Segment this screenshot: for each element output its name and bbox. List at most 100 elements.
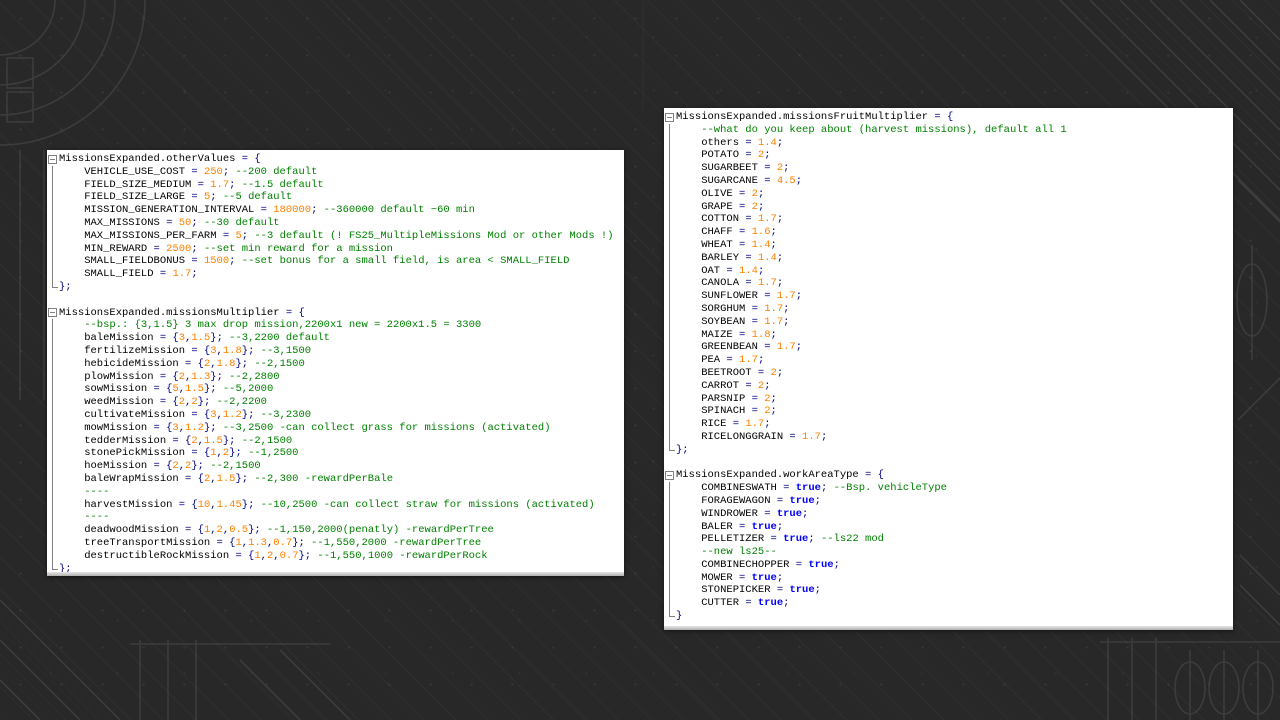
code-token-n: MissionsExpanded.workAreaType [676, 469, 865, 481]
code-text: treeTransportMission = {1,1.3,0.7}; --1,… [59, 537, 481, 550]
code-token-n: COMBINECHOPPER [676, 559, 796, 571]
fold-margin [47, 268, 59, 281]
fold-margin [664, 584, 676, 597]
code-token-c: --new ls25-- [676, 546, 777, 558]
code-line: ---- [47, 511, 624, 524]
code-token-d: 50 [179, 217, 192, 229]
code-line: SMALL_FIELD = 1.7; [47, 268, 624, 281]
code-token-o: ; [771, 239, 777, 251]
deco-hatch-bottom-left [0, 600, 350, 720]
code-text: SMALL_FIELDBONUS = 1500; --set bonus for… [59, 255, 569, 268]
code-text: MAX_MISSIONS = 50; --30 default [59, 217, 280, 230]
code-token-o: }; [191, 460, 210, 472]
code-text: hoeMission = {2,2}; --2,1500 [59, 460, 261, 473]
code-token-o: ; [758, 354, 764, 366]
code-token-o: = [783, 482, 796, 494]
code-token-n: SUGARCANE [676, 175, 764, 187]
code-text: MAIZE = 1.8; [676, 329, 777, 342]
code-text: sowMission = {5,1.5}; --5,2000 [59, 383, 273, 396]
code-line: }; [664, 444, 1233, 457]
code-token-o: = { [160, 371, 179, 383]
code-line: STONEPICKER = true; [664, 584, 1233, 597]
code-text: MissionsExpanded.workAreaType = { [676, 469, 884, 482]
code-text: tedderMission = {2,1.5}; --2,1500 [59, 435, 292, 448]
code-token-o: = { [160, 396, 179, 408]
code-token-d: 1.2 [185, 422, 204, 434]
code-token-o: }; [210, 371, 229, 383]
code-text: MissionsExpanded.otherValues = { [59, 153, 261, 166]
code-token-n: GREENBEAN [676, 341, 764, 353]
code-token-o: = [752, 316, 765, 328]
code-text: } [676, 610, 682, 623]
code-token-o: = [777, 495, 790, 507]
code-token-o: ; [802, 508, 808, 520]
fold-margin [664, 252, 676, 265]
fold-toggle-icon[interactable] [47, 153, 59, 166]
code-token-d: 1.8 [223, 345, 242, 357]
code-token-n: CHAFF [676, 226, 739, 238]
code-token-d: 1500 [204, 255, 229, 267]
code-token-c: --1.5 default [242, 179, 324, 191]
code-token-o: ; [777, 213, 783, 225]
code-token-o: = [726, 265, 739, 277]
code-token-k: true [796, 482, 821, 494]
code-token-o: = [745, 213, 758, 225]
code-token-d: 0.7 [273, 537, 292, 549]
fold-toggle-icon[interactable] [664, 469, 676, 482]
code-text: baleWrapMission = {2,1.5}; --2,300 -rewa… [59, 473, 393, 486]
code-line: BALER = true; [664, 521, 1233, 534]
code-line: MOWER = true; [664, 572, 1233, 585]
code-text: BALER = true; [676, 521, 783, 534]
code-token-o: ; [796, 341, 802, 353]
fold-margin [664, 482, 676, 495]
code-text: WHEAT = 1.4; [676, 239, 777, 252]
code-token-n: plowMission [59, 371, 160, 383]
code-text: COTTON = 1.7; [676, 213, 783, 226]
code-panel-other-values[interactable]: MissionsExpanded.otherValues = { VEHICLE… [47, 150, 624, 576]
fold-margin [664, 508, 676, 521]
code-token-k: true [752, 521, 777, 533]
code-line: MissionsExpanded.missionsFruitMultiplier… [664, 111, 1233, 124]
code-text: SMALL_FIELD = 1.7; [59, 268, 198, 281]
code-token-d: 1.8 [217, 358, 236, 370]
code-token-n: CANOLA [676, 277, 745, 289]
fold-toggle-icon[interactable] [47, 307, 59, 320]
code-line: SUGARBEET = 2; [664, 162, 1233, 175]
code-token-n: MissionsExpanded.missionsFruitMultiplier [676, 111, 934, 123]
code-token-o: }; [242, 499, 261, 511]
fold-margin [664, 149, 676, 162]
code-token-o: = [789, 431, 802, 443]
code-token-c: --10,2500 -can collect straw for mission… [261, 499, 595, 511]
code-token-o: ; [821, 431, 827, 443]
code-token-n: CARROT [676, 380, 745, 392]
code-line: MAX_MISSIONS_PER_FARM = 5; --3 default (… [47, 230, 624, 243]
code-line: destructibleRockMission = {1,2,0.7}; --1… [47, 550, 624, 563]
code-token-d: 1.5 [185, 383, 204, 395]
code-token-d: 1.7 [758, 277, 777, 289]
code-token-o: = [745, 597, 758, 609]
code-token-n: SMALL_FIELDBONUS [59, 255, 191, 267]
code-line: } [664, 610, 1233, 623]
code-line: CANOLA = 1.7; [664, 277, 1233, 290]
code-token-o: ; [758, 201, 764, 213]
code-line: others = 1.4; [664, 137, 1233, 150]
code-text: MIN_REWARD = 2500; --set min reward for … [59, 243, 393, 256]
code-token-c: --2,300 -rewardPerBale [254, 473, 393, 485]
code-token-n: SUNFLOWER [676, 290, 764, 302]
code-text: --new ls25-- [676, 546, 777, 559]
code-token-n: SOYBEAN [676, 316, 752, 328]
code-token-o: = { [154, 460, 173, 472]
fold-margin [47, 230, 59, 243]
code-token-d: 1.7 [172, 268, 191, 280]
code-token-d: 1.8 [752, 329, 771, 341]
code-token-o: ; [777, 277, 783, 289]
code-token-n: BARLEY [676, 252, 745, 264]
code-token-o: = { [185, 524, 204, 536]
code-panel-fruit-multiplier[interactable]: MissionsExpanded.missionsFruitMultiplier… [664, 108, 1233, 630]
code-line: MissionsExpanded.missionsMultiplier = { [47, 307, 624, 320]
code-line: COMBINESWATH = true; --Bsp. vehicleType [664, 482, 1233, 495]
fold-toggle-icon[interactable] [664, 111, 676, 124]
code-token-d: 1.2 [223, 409, 242, 421]
code-text: CUTTER = true; [676, 597, 789, 610]
code-text: MissionsExpanded.missionsMultiplier = { [59, 307, 305, 320]
